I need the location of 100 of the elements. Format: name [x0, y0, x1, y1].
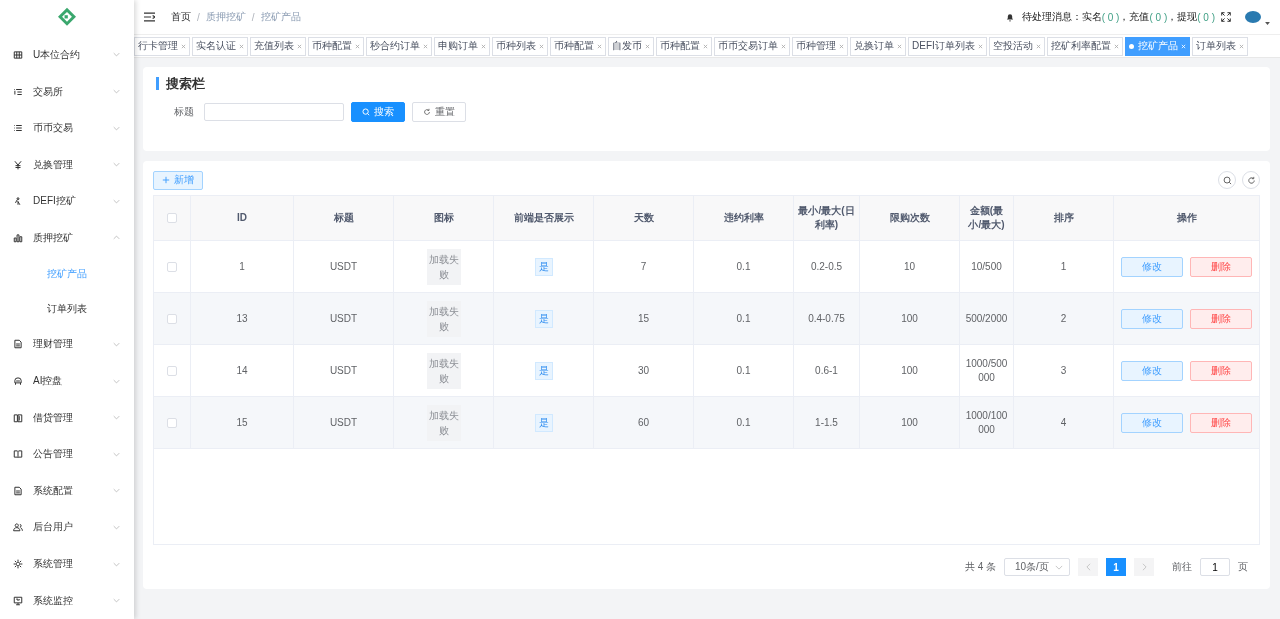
sidebar-item[interactable]: 理财管理 — [0, 326, 134, 363]
close-icon[interactable] — [781, 43, 786, 49]
table-cell: 15 — [236, 416, 248, 428]
refresh-icon[interactable] — [1242, 171, 1260, 189]
page-tab[interactable]: 秒合约订单 — [366, 36, 432, 56]
page-tab[interactable]: 币种列表 — [492, 36, 548, 56]
page-tab[interactable]: 自发币 — [608, 36, 654, 56]
close-icon[interactable] — [703, 43, 708, 49]
section-title: 搜索栏 — [156, 77, 1257, 90]
column-header: 排序 — [1013, 195, 1114, 241]
sidebar-item[interactable]: 后台用户 — [0, 509, 134, 546]
row-checkbox[interactable] — [167, 417, 177, 428]
close-icon[interactable] — [645, 43, 650, 49]
chevron-icon — [113, 52, 120, 58]
bell-icon[interactable] — [1004, 12, 1015, 22]
page-tab[interactable]: DEFI订单列表 — [908, 36, 987, 56]
page-tab[interactable]: 行卡管理 — [134, 36, 190, 56]
table-cell: USDT — [329, 364, 358, 376]
menu-item-icon — [13, 159, 23, 170]
fullscreen-icon[interactable] — [1221, 12, 1231, 22]
previous-page-button[interactable] — [1078, 558, 1098, 577]
close-icon[interactable] — [423, 43, 428, 49]
reset-button[interactable]: 重置 — [412, 102, 466, 122]
menu-item-icon — [13, 522, 23, 533]
page-tab[interactable]: 空投活动 — [988, 36, 1045, 56]
column-header: 天数 — [593, 195, 694, 241]
close-icon[interactable] — [1238, 43, 1244, 49]
select-all-checkbox[interactable] — [167, 213, 177, 224]
close-icon[interactable] — [1035, 43, 1041, 49]
close-icon[interactable] — [897, 43, 902, 49]
sidebar-item[interactable]: 币币交易 — [0, 109, 134, 147]
close-icon[interactable] — [977, 43, 983, 49]
page-size-select[interactable]: 10条/页 — [1004, 558, 1070, 577]
page-tab[interactable]: 申购订单 — [434, 36, 490, 56]
close-icon[interactable] — [239, 43, 244, 49]
sidebar-item[interactable]: 公告管理 — [0, 435, 134, 473]
sidebar-item[interactable]: 借贷管理 — [0, 399, 134, 436]
submenu-item[interactable]: 订单列表 — [0, 291, 134, 327]
page-tab[interactable]: 币种配置 — [656, 36, 712, 56]
page-tab[interactable]: 币种配置 — [308, 36, 364, 56]
row-checkbox[interactable] — [167, 313, 177, 324]
row-checkbox[interactable] — [167, 365, 177, 376]
close-icon[interactable] — [1113, 43, 1119, 49]
menu-item-icon — [13, 86, 23, 97]
caret-icon[interactable] — [1265, 21, 1270, 25]
sidebar-item[interactable]: 兑换管理 — [0, 146, 134, 183]
table-cell: 100 — [901, 416, 918, 428]
close-icon[interactable] — [181, 43, 186, 49]
table-cell: 4 — [1060, 416, 1067, 428]
table-cell: 0.1 — [736, 364, 751, 376]
status-tag: 是 — [534, 413, 553, 432]
close-icon[interactable] — [481, 43, 486, 49]
chevron-icon — [113, 162, 120, 168]
sidebar-item[interactable]: DEFI挖矿 — [0, 183, 134, 220]
table-cell: 100 — [901, 312, 918, 324]
close-icon[interactable] — [839, 43, 844, 49]
search-icon[interactable] — [1218, 171, 1236, 189]
avatar[interactable] — [1245, 11, 1261, 23]
sidebar-item[interactable]: AI控盘 — [0, 362, 134, 400]
sidebar-item[interactable]: 质押挖矿 — [0, 219, 134, 257]
chevron-icon — [113, 89, 120, 94]
close-icon[interactable] — [355, 43, 360, 49]
sidebar-item[interactable]: U本位合约 — [0, 36, 134, 74]
page-tab[interactable]: 挖矿利率配置 — [1046, 36, 1123, 56]
sidebar-item[interactable]: 交易所 — [0, 73, 134, 110]
close-icon[interactable] — [539, 43, 544, 49]
row-checkbox[interactable] — [167, 261, 177, 272]
page-input-field[interactable]: 1 — [1200, 558, 1230, 577]
table-cell: 3 — [1060, 364, 1067, 376]
breadcrumb-item[interactable]: 首页 — [171, 10, 191, 24]
total-count: 共 4 条 — [964, 560, 996, 575]
page-tab[interactable]: 币种管理 — [792, 36, 848, 56]
page-tab[interactable]: 币种配置 — [550, 36, 606, 56]
sidebar-item[interactable]: 系统管理 — [0, 545, 134, 583]
table-cell: 1-1.5 — [815, 416, 838, 428]
page-tab[interactable]: 兑换订单 — [850, 36, 906, 56]
goto-label: 前往 — [1172, 560, 1192, 575]
next-page-button[interactable] — [1134, 558, 1154, 577]
menu-item-icon — [13, 449, 23, 460]
notice-label: ，充值 — [1119, 10, 1150, 22]
menu-item-icon — [13, 49, 23, 60]
title-input-field[interactable] — [204, 103, 344, 121]
sidebar-item[interactable]: 系统监控 — [0, 582, 134, 619]
column-header: 最小/最大(日利率) — [793, 195, 860, 241]
page-tab[interactable]: 实名认证 — [192, 36, 248, 56]
chevron-icon — [113, 598, 120, 604]
table-cell: 1000/100000 — [965, 409, 1008, 435]
close-icon[interactable] — [597, 43, 602, 49]
page-tab[interactable]: 币币交易订单 — [714, 36, 790, 56]
field-label: 标题 — [174, 105, 194, 119]
menu-item-icon — [13, 196, 23, 207]
image-load-error-box: 加载失败 — [426, 248, 461, 285]
table-cell: 14 — [236, 364, 248, 376]
close-icon[interactable] — [297, 43, 302, 49]
sidebar-item[interactable]: 系统配置 — [0, 472, 134, 510]
page-tab[interactable]: 充值列表 — [250, 36, 306, 56]
menu-toggle-icon[interactable] — [144, 12, 155, 22]
table-cell: 0.1 — [736, 416, 751, 428]
breadcrumb-separator: / — [251, 11, 255, 23]
page-tab[interactable]: 订单列表 — [1191, 36, 1248, 56]
